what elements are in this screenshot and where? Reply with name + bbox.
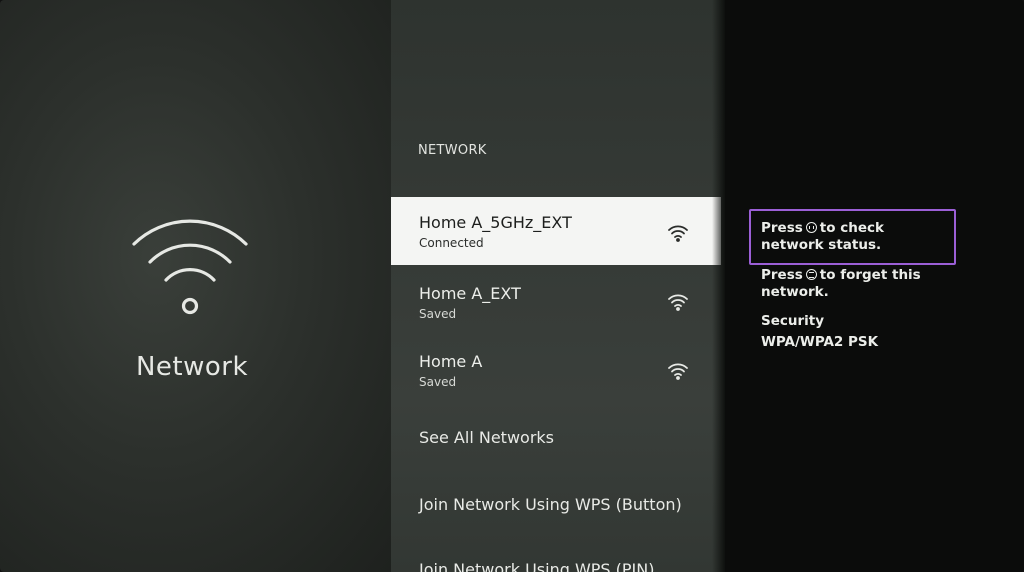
menu-button-icon xyxy=(805,269,817,280)
left-panel: Network xyxy=(0,0,391,572)
join-wps-pin-item[interactable]: Join Network Using WPS (PIN) xyxy=(419,560,654,572)
fire-tv-network-screen: Network NETWORK Home A_5GHz_EXT Connecte… xyxy=(0,0,1024,572)
see-all-networks-item[interactable]: See All Networks xyxy=(419,428,554,447)
panel-divider xyxy=(712,0,725,572)
highlight-box xyxy=(749,209,956,265)
security-value: WPA/WPA2 PSK xyxy=(761,334,879,350)
security-label: Security xyxy=(761,313,825,329)
wifi-icon xyxy=(132,219,248,315)
join-wps-button-item[interactable]: Join Network Using WPS (Button) xyxy=(419,495,682,514)
action-list: See All Networks Join Network Using WPS … xyxy=(391,0,712,572)
hint-forget-network: Press to forget this network. xyxy=(761,267,921,300)
page-title: Network xyxy=(135,352,249,382)
